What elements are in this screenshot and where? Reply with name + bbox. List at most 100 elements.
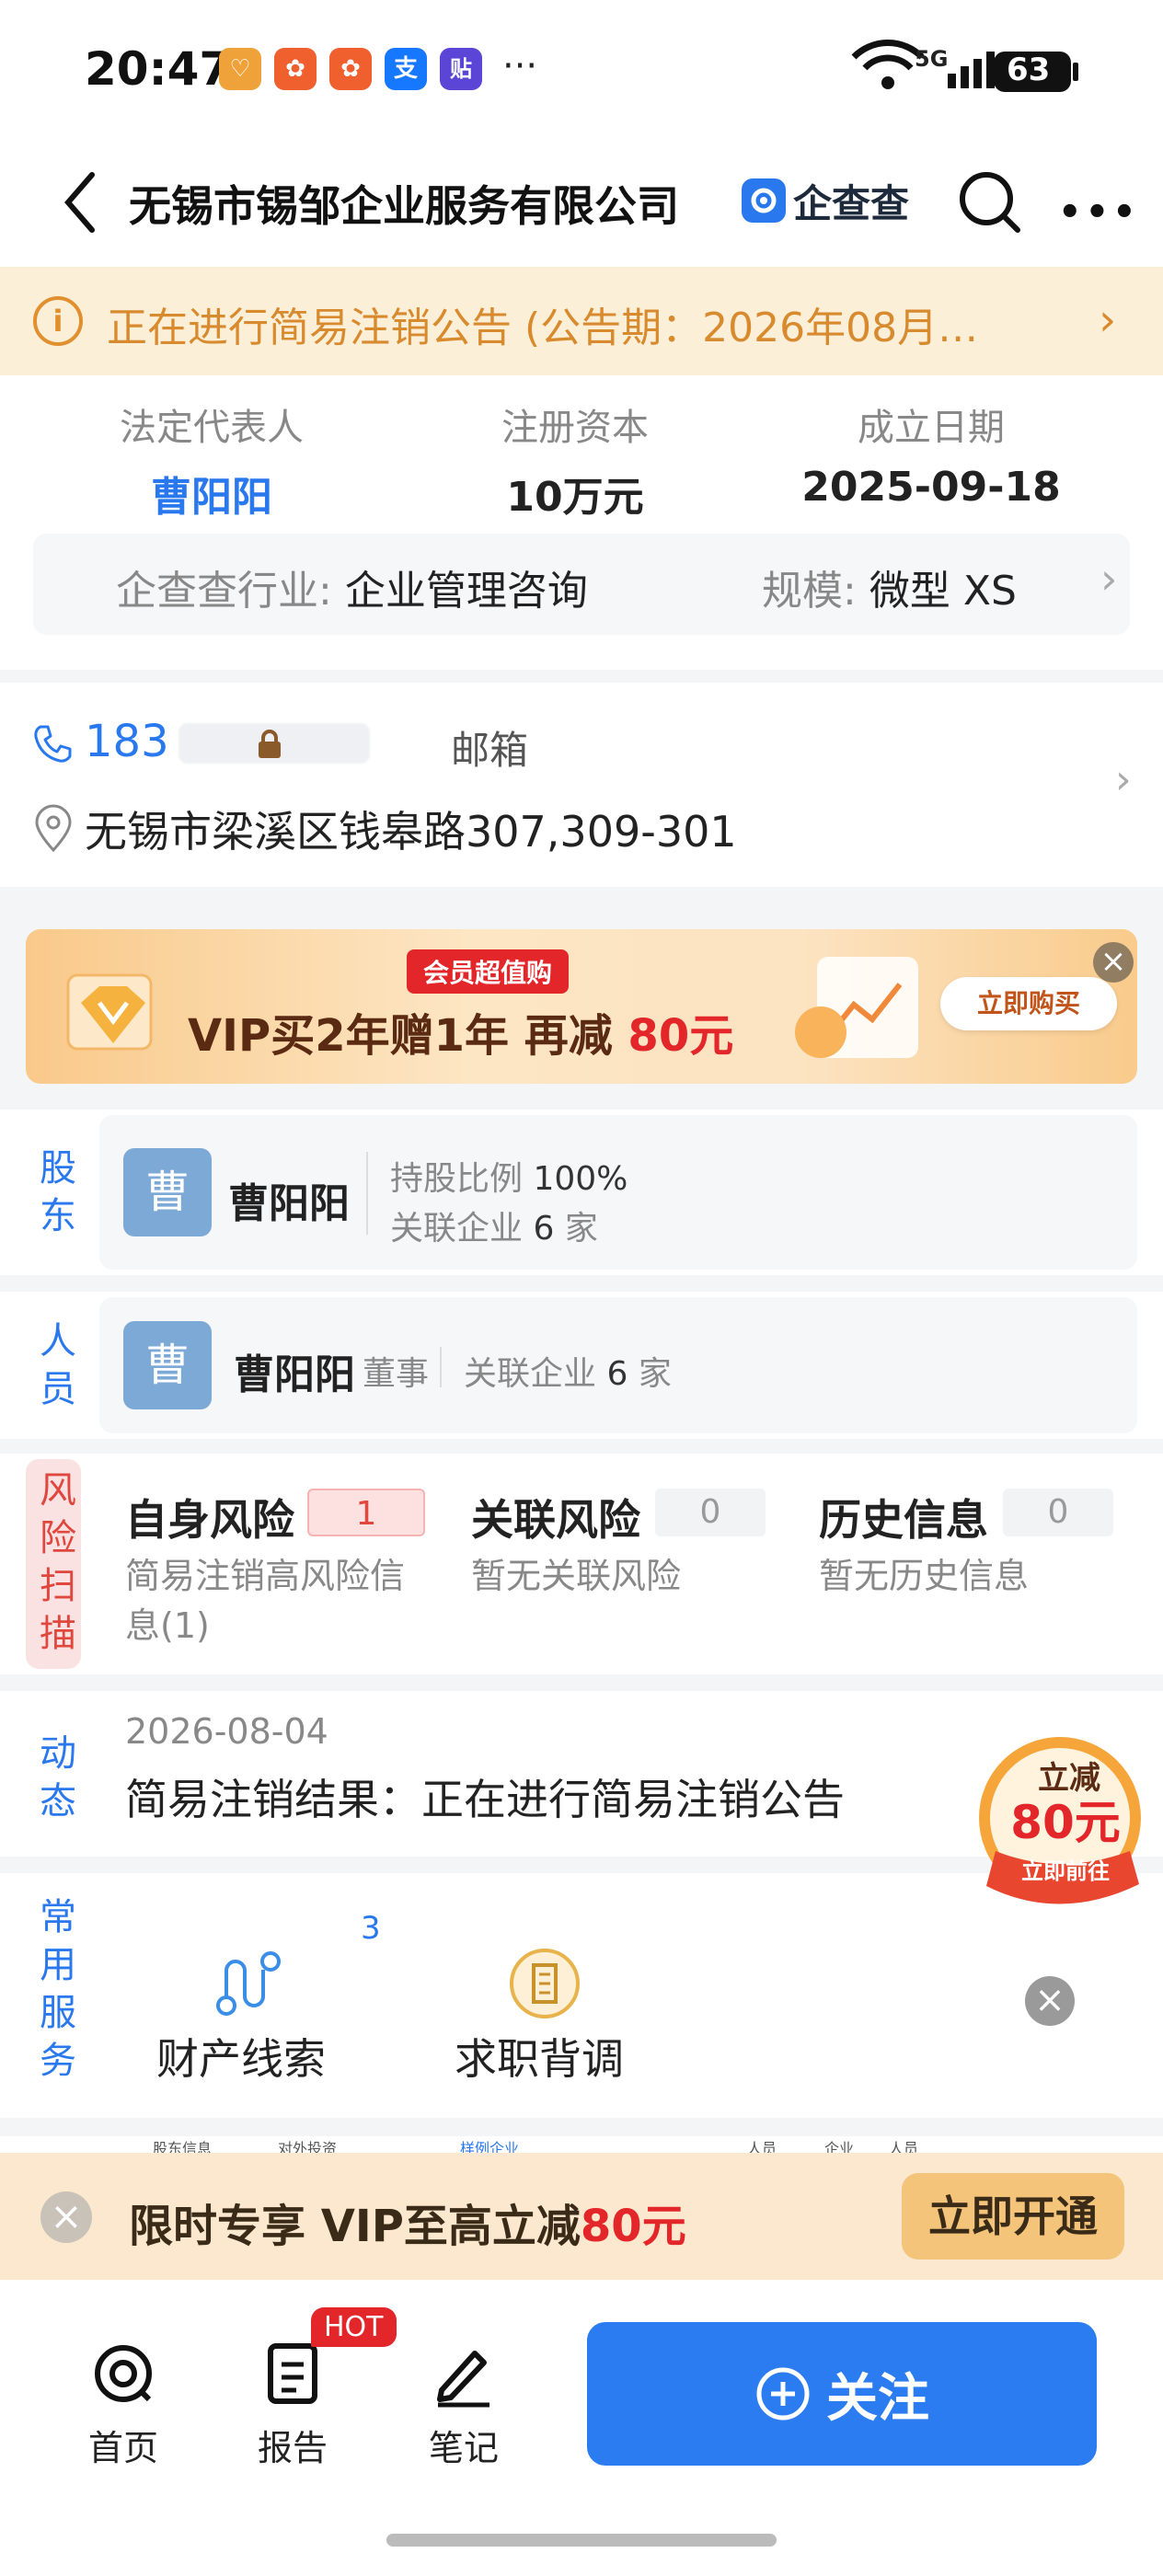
hot-badge: HOT — [311, 2307, 397, 2347]
banner-headline-text: VIP买2年赠1年 再减 — [188, 1010, 628, 1062]
network-label: 5G — [915, 46, 949, 72]
service-label: 财产线索 — [156, 2034, 326, 2084]
risk-desc: 暂无历史信息 — [819, 1556, 1030, 1596]
reg-capital: 注册资本 10万元 — [465, 397, 685, 523]
service-count: 3 — [361, 1910, 381, 1947]
pen-icon — [437, 2351, 489, 2408]
related-label: 关联企业 — [464, 1355, 597, 1393]
staff-section: 人员 曹 曹阳阳 董事 关联企业 6 家 — [0, 1292, 1163, 1439]
staff-role: 董事 — [363, 1355, 430, 1393]
risk-count-badge: 0 — [1003, 1489, 1113, 1536]
risk-desc: 简易注销高风险信息(1) — [125, 1556, 406, 1646]
tab-notes[interactable]: 笔记 — [409, 2337, 519, 2470]
scale-value: 微型 XS — [869, 568, 1017, 615]
industry-row[interactable]: 企查查行业: 企业管理咨询 规模: 微型 XS › — [33, 534, 1130, 635]
shareholder-card[interactable]: 曹 曹阳阳 持股比例 100% 关联企业 6 家 — [99, 1115, 1137, 1270]
legal-rep-label: 法定代表人 — [120, 407, 304, 449]
chevron-right-icon: › — [1100, 554, 1118, 604]
buy-now-button[interactable]: 立即购买 — [940, 977, 1117, 1030]
staff-label: 人员 — [40, 1320, 76, 1410]
shareholder-section: 股东 曹 曹阳阳 持股比例 100% 关联企业 6 家 — [0, 1110, 1163, 1275]
phone-number[interactable]: 183 — [85, 716, 169, 767]
report-icon — [268, 2343, 317, 2404]
risk-desc: 暂无关联风险 — [471, 1556, 682, 1596]
staff-name[interactable]: 曹阳阳 — [234, 1341, 355, 1400]
banner-close-icon[interactable]: × — [1093, 942, 1134, 983]
page: { "status_bar": { "time": "20:47", "batt… — [0, 0, 1163, 2576]
vip-gem-icon — [66, 973, 153, 1051]
search-icon[interactable] — [953, 166, 1027, 239]
contact-card[interactable]: 183 邮箱 无锡市梁溪区钱皋路307,309-301 › — [0, 683, 1163, 887]
banner-headline: VIP买2年赠1年 再减 80元 — [188, 999, 733, 1064]
service-background-check[interactable]: 求职背调 — [432, 1910, 672, 2094]
discount-badge[interactable]: 立减 80元 立即前往 — [959, 1730, 1152, 1914]
bottom-promo-bar: × 限时专享 VIP至高立减80元 立即开通 — [0, 2153, 1163, 2280]
staff-card[interactable]: 曹 曹阳阳 董事 关联企业 6 家 — [99, 1297, 1137, 1433]
status-indicators — [851, 40, 1078, 92]
home-indicator[interactable] — [386, 2534, 777, 2547]
staff-avatar: 曹 — [123, 1321, 212, 1409]
location-pin-icon — [35, 804, 72, 853]
history-info-item[interactable]: 历史信息 0 暂无历史信息 — [795, 1459, 1137, 1669]
brand-name: 企查查 — [793, 180, 910, 226]
legal-rep[interactable]: 法定代表人 曹阳阳 — [101, 397, 322, 523]
tab-label: 首页 — [87, 2428, 158, 2468]
plus-circle-icon — [756, 2367, 810, 2421]
risk-title: 历史信息 — [819, 1495, 988, 1545]
nav-bar: 无锡市锡邹企业服务有限公司 企查查 ••• — [0, 138, 1163, 267]
service-property-clues[interactable]: 3 财产线索 — [138, 1910, 381, 2094]
related-unit: 家 — [638, 1355, 672, 1393]
services-label: 常用服务 — [40, 1896, 76, 2082]
next-section-peek: 股东信息 对外投资 样例企业 人员 企业 人员 — [0, 2136, 1163, 2157]
badge-top-text: 立减 — [1038, 1760, 1100, 1797]
tab-label: 报告 — [257, 2428, 328, 2468]
self-risk-item[interactable]: 自身风险 1 简易注销高风险信息(1) — [99, 1459, 440, 1669]
phone-icon[interactable] — [29, 721, 75, 767]
promo-close-icon[interactable]: × — [40, 2191, 92, 2243]
tab-label: 笔记 — [428, 2428, 499, 2468]
ratio-value: 100% — [533, 1160, 628, 1198]
divider — [440, 1347, 442, 1387]
related-risk-item[interactable]: 关联风险 0 暂无关联风险 — [447, 1459, 788, 1669]
lock-icon — [259, 730, 281, 758]
shareholder-label: 股东 — [40, 1147, 76, 1237]
divider — [366, 1152, 368, 1235]
shareholder-name[interactable]: 曹阳阳 — [228, 1170, 350, 1229]
shareholder-related[interactable]: 关联企业 6 家 — [390, 1202, 598, 1249]
staff-related[interactable]: 关联企业 6 家 — [464, 1347, 672, 1395]
vip-banner[interactable]: 会员超值购 VIP买2年赠1年 再减 80元 立即购买 × — [26, 929, 1137, 1084]
legal-rep-value[interactable]: 曹阳阳 — [101, 464, 322, 523]
battery-level: 63 — [1007, 52, 1051, 88]
tab-report[interactable]: 报告 — [237, 2337, 348, 2470]
chevron-right-icon: › — [1115, 756, 1132, 803]
tab-home[interactable]: 首页 — [68, 2337, 178, 2470]
service-label: 求职背调 — [455, 2034, 624, 2084]
address[interactable]: 无锡市梁溪区钱皋路307,309-301 — [85, 799, 737, 859]
risk-title: 关联风险 — [471, 1495, 640, 1545]
risk-scan-section: 风险扫描 自身风险 1 简易注销高风险信息(1) 关联风险 0 暂无关联风险 历… — [0, 1454, 1163, 1674]
services-close-icon[interactable]: × — [1025, 1976, 1075, 2026]
home-logo-icon — [95, 2345, 152, 2402]
dynamic-label: 动态 — [40, 1732, 76, 1823]
follow-label: 关注 — [826, 2368, 929, 2429]
email-link[interactable]: 邮箱 — [451, 719, 528, 776]
banner-amount: 80元 — [628, 1010, 734, 1062]
wifi-icon — [851, 40, 925, 89]
banner-tag: 会员超值购 — [407, 949, 570, 994]
info-icon: i — [33, 296, 83, 346]
follow-button[interactable]: 关注 — [587, 2322, 1097, 2466]
notice-text: 正在进行简易注销公告 (公告期：2026年08月… — [107, 305, 979, 351]
scale-label: 规模: — [762, 568, 857, 615]
shareholder-ratio: 持股比例 100% — [390, 1152, 628, 1200]
chevron-right-icon: › — [1099, 294, 1117, 346]
qcc-logo-icon — [742, 178, 786, 223]
risk-label: 风险扫描 — [40, 1469, 76, 1655]
founded-date: 成立日期 2025-09-18 — [793, 397, 1069, 511]
deregistration-notice[interactable]: i 正在进行简易注销公告 (公告期：2026年08月… › — [0, 267, 1163, 375]
capital-label: 注册资本 — [501, 407, 649, 449]
open-vip-button[interactable]: 立即开通 — [902, 2173, 1124, 2260]
badge-amount: 80元 — [1010, 1796, 1121, 1849]
more-options-icon[interactable]: ••• — [1058, 191, 1140, 234]
back-icon[interactable] — [55, 167, 110, 237]
bottom-tab-bar: 首页 报告 HOT 笔记 关注 — [0, 2280, 1163, 2576]
